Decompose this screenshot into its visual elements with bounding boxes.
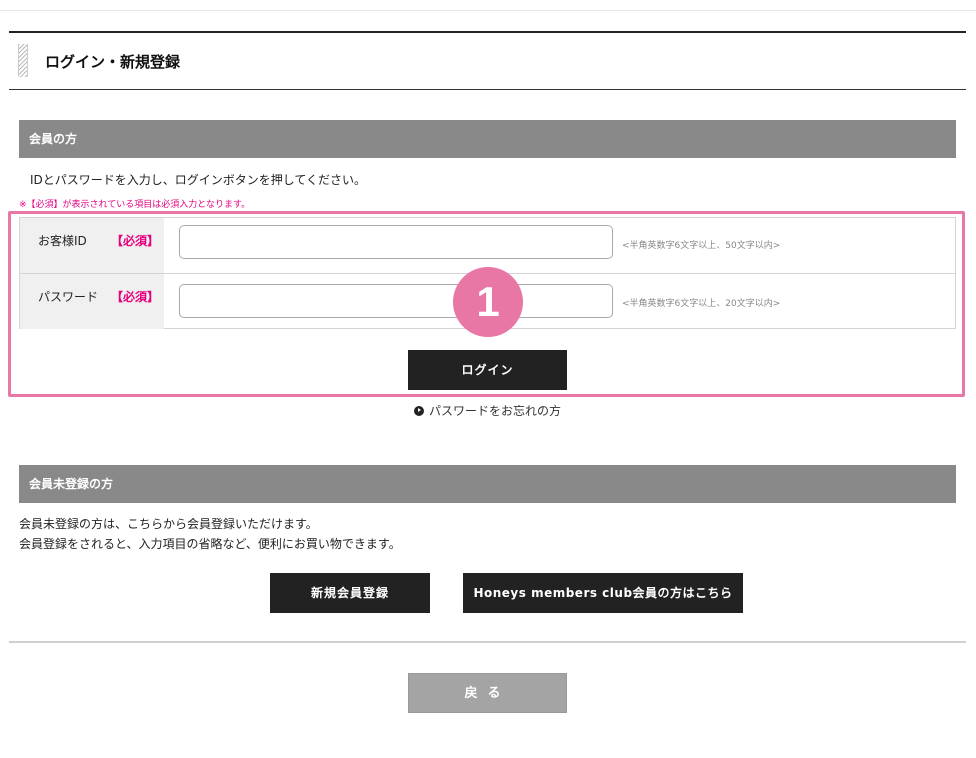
divider [9, 641, 966, 643]
nonmember-text-line2: 会員登録をされると、入力項目の省略など、便利にお買い物できます。 [19, 537, 401, 551]
member-section-header: 会員の方 [19, 120, 956, 158]
step-badge: 1 [453, 267, 523, 337]
honeys-members-club-button[interactable]: Honeys members club会員の方はこちら [463, 573, 743, 613]
nonmember-text-line1: 会員未登録の方は、こちらから会員登録いただけます。 [19, 517, 318, 531]
login-instruction: IDとパスワードを入力し、ログインボタンを押してください。 [30, 173, 367, 187]
title-decoration-icon [18, 44, 28, 77]
forgot-password-label: パスワードをお忘れの方 [429, 404, 562, 418]
back-button[interactable]: 戻る [408, 673, 567, 713]
required-note: ※【必須】が表示されている項目は必須入力となります。 [19, 200, 251, 210]
register-button[interactable]: 新規会員登録 [270, 573, 430, 613]
nonmember-section-header: 会員未登録の方 [19, 465, 956, 503]
page-title: ログイン・新規登録 [45, 53, 181, 71]
page-title-bar: ログイン・新規登録 [9, 31, 966, 90]
top-border [0, 10, 976, 11]
arrow-circle-icon [414, 405, 424, 416]
forgot-password-link[interactable]: パスワードをお忘れの方 [414, 402, 561, 419]
